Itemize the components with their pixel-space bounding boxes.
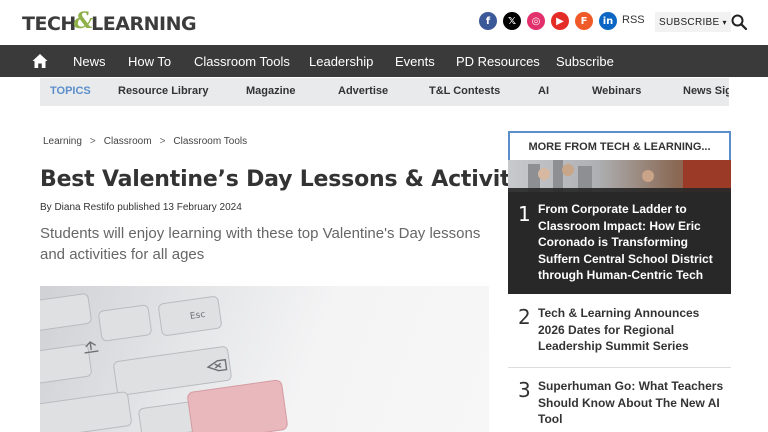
logo-text-learning: LEARNING [91, 13, 197, 35]
logo-ampersand: & [73, 8, 94, 34]
facebook-icon[interactable]: f [479, 12, 497, 30]
topic-ai[interactable]: AI [538, 85, 549, 97]
topics-bar: TOPICS Resource Library Magazine Adverti… [40, 78, 729, 106]
instagram-icon[interactable]: ◎ [527, 12, 545, 30]
main-navigation: News How To Classroom Tools Leadership E… [0, 45, 768, 77]
nav-item-leadership[interactable]: Leadership [309, 54, 373, 69]
breadcrumb-separator: > [89, 136, 96, 147]
topic-magazine[interactable]: Magazine [246, 85, 296, 97]
nav-item-events[interactable]: Events [395, 54, 435, 69]
youtube-icon[interactable]: ▶ [551, 12, 569, 30]
topic-news-sig[interactable]: News Sig [683, 85, 729, 97]
article-title: Best Valentine’s Day Lessons & Activitie… [40, 167, 546, 192]
story-rank: 2 [518, 305, 531, 329]
breadcrumb-classroom-tools[interactable]: Classroom Tools [173, 136, 247, 147]
home-icon[interactable] [32, 53, 48, 69]
site-logo[interactable]: TECH&LEARNING [22, 8, 197, 36]
story-rank: 1 [518, 202, 531, 226]
topic-resource-library[interactable]: Resource Library [118, 85, 208, 97]
topic-tl-contests[interactable]: T&L Contests [429, 85, 500, 97]
nav-item-subscribe[interactable]: Subscribe [556, 54, 614, 69]
breadcrumb: Learning > Classroom > Classroom Tools [43, 136, 247, 147]
nav-item-news[interactable]: News [73, 54, 106, 69]
site-header: TECH&LEARNING f 𝕏 ◎ ▶ F in RSS SUBSCRIBE… [0, 0, 768, 45]
topics-label: TOPICS [50, 85, 91, 97]
breadcrumb-separator: > [159, 136, 166, 147]
sidebar-feature-story[interactable]: 1 From Corporate Ladder to Classroom Imp… [508, 160, 731, 294]
keyboard-illustration: Esc [40, 293, 288, 432]
x-icon[interactable]: 𝕏 [503, 12, 521, 30]
subscribe-label: SUBSCRIBE [659, 16, 720, 28]
linkedin-icon[interactable]: in [599, 12, 617, 30]
chevron-down-icon: ▾ [722, 17, 727, 27]
topic-webinars[interactable]: Webinars [592, 85, 641, 97]
topic-advertise[interactable]: Advertise [338, 85, 388, 97]
rss-link[interactable]: RSS [622, 14, 645, 26]
subscribe-dropdown-button[interactable]: SUBSCRIBE ▾ [655, 12, 731, 32]
sidebar-heading: MORE FROM TECH & LEARNING... [508, 131, 731, 160]
nav-item-classroom-tools[interactable]: Classroom Tools [194, 54, 290, 69]
search-icon[interactable] [731, 14, 747, 30]
article-dek: Students will enjoy learning with these … [40, 225, 481, 263]
nav-item-pd-resources[interactable]: PD Resources [456, 54, 540, 69]
story-rank: 3 [518, 378, 531, 402]
breadcrumb-classroom[interactable]: Classroom [104, 136, 152, 147]
story-link[interactable]: Superhuman Go: What Teachers Should Know… [538, 378, 728, 428]
story-link[interactable]: Tech & Learning Announces 2026 Dates for… [538, 305, 728, 355]
article-byline: By Diana Restifo published 13 February 2… [40, 202, 242, 213]
nav-item-how-to[interactable]: How To [128, 54, 171, 69]
logo-text-tech: TECH [22, 13, 76, 35]
sidebar-divider [508, 367, 731, 368]
svg-text:Esc: Esc [189, 310, 206, 322]
article-hero-image: Esc [40, 286, 489, 432]
flipboard-icon[interactable]: F [575, 12, 593, 30]
breadcrumb-learning[interactable]: Learning [43, 136, 82, 147]
social-links: f 𝕏 ◎ ▶ F in [479, 12, 623, 30]
story-link[interactable]: From Corporate Ladder to Classroom Impac… [538, 201, 728, 284]
